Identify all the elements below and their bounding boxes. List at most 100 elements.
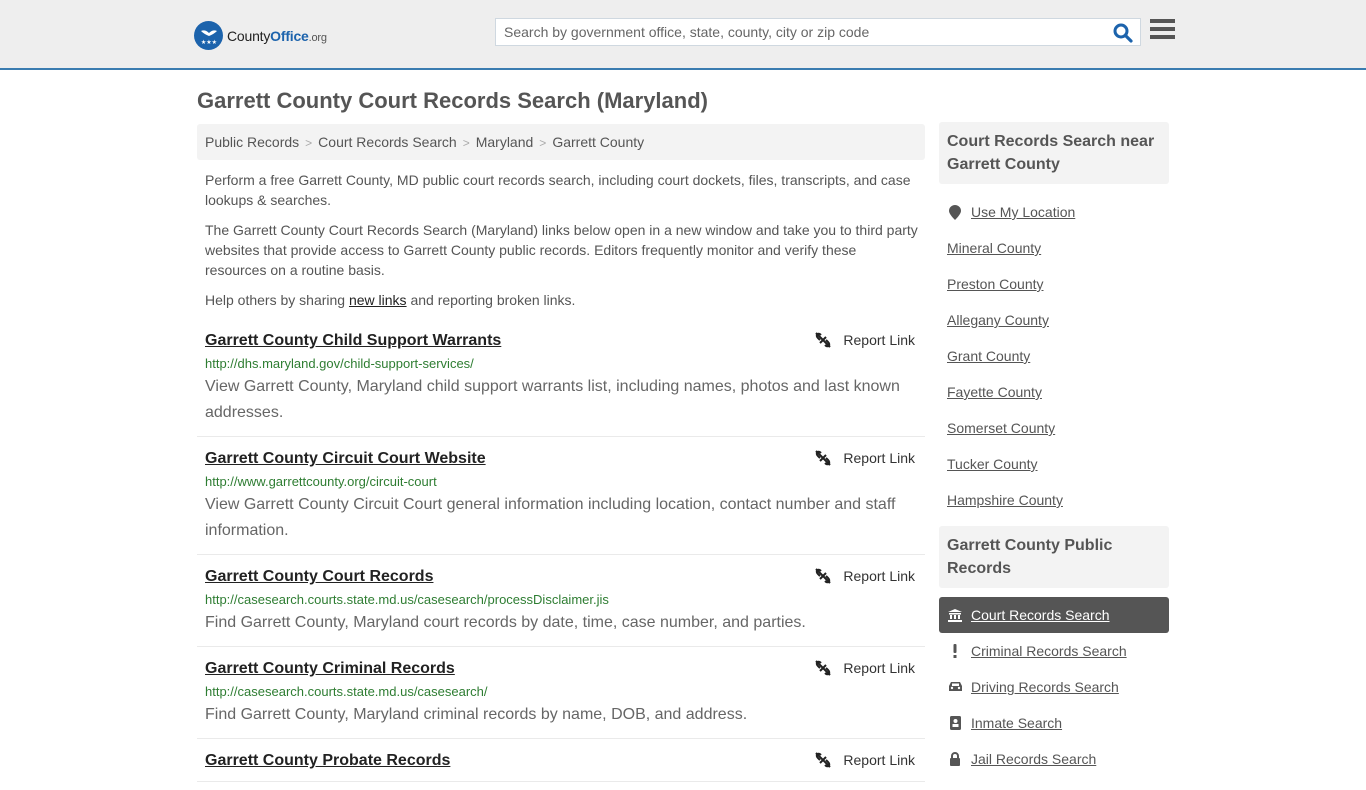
result-description: Find Garrett County, Maryland criminal r… — [205, 706, 748, 723]
breadcrumb-separator: > — [462, 136, 470, 150]
nearby-heading: Court Records Search near Garrett County — [939, 122, 1169, 184]
logo-office: Office — [270, 27, 309, 44]
courthouse-icon — [947, 608, 963, 622]
nearby-county-link[interactable]: Preston County — [947, 276, 1044, 292]
car-icon — [947, 681, 963, 693]
report-link-button[interactable]: Report Link — [815, 450, 915, 466]
nearby-county-item[interactable]: Tucker County — [939, 446, 1169, 482]
public-records-heading: Garrett County Public Records — [939, 526, 1169, 588]
search-button[interactable] — [1112, 22, 1134, 44]
result-url: http://www.garrettcounty.org/circuit-cou… — [205, 474, 437, 489]
help-text-before: Help others by sharing — [205, 292, 349, 308]
breadcrumb-court-records-search[interactable]: Court Records Search — [318, 134, 457, 150]
public-records-link[interactable]: Criminal Records Search — [971, 643, 1127, 659]
nearby-county-item[interactable]: Hampshire County — [939, 482, 1169, 518]
help-text: Help others by sharing new links and rep… — [205, 290, 920, 310]
result-description: View Garrett County, Maryland child supp… — [205, 378, 900, 421]
public-records-item[interactable]: Driving Records Search — [939, 669, 1169, 705]
nearby-county-item[interactable]: Mineral County — [939, 230, 1169, 266]
intro-paragraph: Perform a free Garrett County, MD public… — [205, 172, 911, 208]
report-link-label: Report Link — [843, 568, 915, 584]
breadcrumb-garrett-county[interactable]: Garrett County — [552, 134, 644, 150]
hamburger-menu-icon[interactable] — [1150, 19, 1175, 43]
broken-link-icon — [815, 332, 832, 348]
public-records-link[interactable]: Driving Records Search — [971, 679, 1119, 695]
search-bar — [495, 18, 1141, 46]
nearby-county-item[interactable]: Fayette County — [939, 374, 1169, 410]
result-title-link[interactable]: Garrett County Child Support Warrants — [205, 331, 501, 351]
result-title-link[interactable]: Garrett County Circuit Court Website — [205, 449, 486, 469]
report-link-label: Report Link — [843, 660, 915, 676]
broken-link-icon — [815, 752, 832, 768]
broken-link-icon — [815, 568, 832, 584]
breadcrumb-maryland[interactable]: Maryland — [476, 134, 534, 150]
public-records-item[interactable]: Criminal Records Search — [939, 633, 1169, 669]
nearby-county-link[interactable]: Fayette County — [947, 384, 1042, 400]
public-records-item[interactable]: Court Records Search — [939, 597, 1169, 633]
id-badge-icon — [947, 716, 963, 730]
result-title-link[interactable]: Garrett County Court Records — [205, 567, 433, 587]
nearby-county-link[interactable]: Somerset County — [947, 420, 1055, 436]
result-url: http://dhs.maryland.gov/child-support-se… — [205, 356, 474, 371]
result-description: Find Garrett County, Maryland court reco… — [205, 614, 806, 631]
exclamation-icon — [947, 644, 963, 658]
help-text-after: and reporting broken links. — [406, 292, 576, 308]
report-link-button[interactable]: Report Link — [815, 752, 915, 768]
nearby-county-link[interactable]: Allegany County — [947, 312, 1049, 328]
use-my-location-link[interactable]: Use My Location — [971, 204, 1075, 220]
breadcrumb-public-records[interactable]: Public Records — [205, 134, 299, 150]
svg-text:★★★: ★★★ — [200, 39, 216, 46]
public-records-link[interactable]: Jail Records Search — [971, 751, 1096, 767]
result-item: Garrett County Child Support Warrants Rep… — [197, 327, 925, 437]
new-links-link[interactable]: new links — [349, 292, 407, 308]
public-records-item[interactable]: Inmate Search — [939, 705, 1169, 741]
nearby-county-link[interactable]: Tucker County — [947, 456, 1038, 472]
site-logo[interactable]: ★★★ CountyOffice.org — [194, 21, 327, 50]
result-item: Garrett County Court Records Report Link h… — [197, 563, 925, 647]
lock-icon — [947, 752, 963, 766]
result-url: http://casesearch.courts.state.md.us/cas… — [205, 592, 609, 607]
result-url: http://casesearch.courts.state.md.us/cas… — [205, 684, 488, 699]
nearby-county-link[interactable]: Mineral County — [947, 240, 1041, 256]
report-link-label: Report Link — [843, 752, 915, 768]
logo-org: .org — [308, 31, 327, 44]
intro-paragraph: The Garrett County Court Records Search … — [205, 222, 918, 278]
report-link-button[interactable]: Report Link — [815, 660, 915, 676]
report-link-button[interactable]: Report Link — [815, 332, 915, 348]
report-link-button[interactable]: Report Link — [815, 568, 915, 584]
breadcrumb: Public Records > Court Records Search > Mary… — [197, 124, 925, 160]
search-icon — [1113, 23, 1133, 43]
result-item: Garrett County Criminal Records Report Li… — [197, 655, 925, 739]
sidebar: Court Records Search near Garrett County… — [939, 122, 1169, 785]
public-records-item[interactable]: Jail Records Search — [939, 741, 1169, 777]
report-link-label: Report Link — [843, 332, 915, 348]
site-header: ★★★ CountyOffice.org — [0, 0, 1366, 70]
result-description: View Garrett County Circuit Court genera… — [205, 496, 896, 539]
map-pin-icon — [947, 204, 963, 220]
nearby-county-link[interactable]: Hampshire County — [947, 492, 1063, 508]
page-title: Garrett County Court Records Search (Mar… — [197, 88, 708, 113]
use-my-location[interactable]: Use My Location — [939, 194, 1169, 230]
nearby-county-item[interactable]: Grant County — [939, 338, 1169, 374]
intro-text: Perform a free Garrett County, MD public… — [205, 170, 920, 320]
logo-county: County — [227, 27, 271, 44]
nearby-county-item[interactable]: Allegany County — [939, 302, 1169, 338]
nearby-county-item[interactable]: Preston County — [939, 266, 1169, 302]
result-item: Garrett County Circuit Court Website Repo… — [197, 445, 925, 555]
broken-link-icon — [815, 660, 832, 676]
results-list: Garrett County Child Support Warrants Rep… — [197, 327, 925, 790]
search-input[interactable] — [496, 19, 1106, 45]
eagle-stars-logo-icon: ★★★ — [194, 21, 223, 50]
nearby-county-item[interactable]: Somerset County — [939, 410, 1169, 446]
result-item: Garrett County Probate Records Report Lin… — [197, 747, 925, 782]
public-records-list: Court Records Search Criminal Records Sea… — [939, 588, 1169, 785]
result-title-link[interactable]: Garrett County Criminal Records — [205, 659, 455, 679]
public-records-link[interactable]: Inmate Search — [971, 715, 1062, 731]
nearby-list: Use My Location Mineral County Preston Co… — [939, 184, 1169, 526]
nearby-county-link[interactable]: Grant County — [947, 348, 1030, 364]
report-link-label: Report Link — [843, 450, 915, 466]
result-title-link[interactable]: Garrett County Probate Records — [205, 751, 450, 771]
breadcrumb-separator: > — [305, 136, 313, 150]
breadcrumb-separator: > — [539, 136, 547, 150]
public-records-link[interactable]: Court Records Search — [971, 607, 1110, 623]
